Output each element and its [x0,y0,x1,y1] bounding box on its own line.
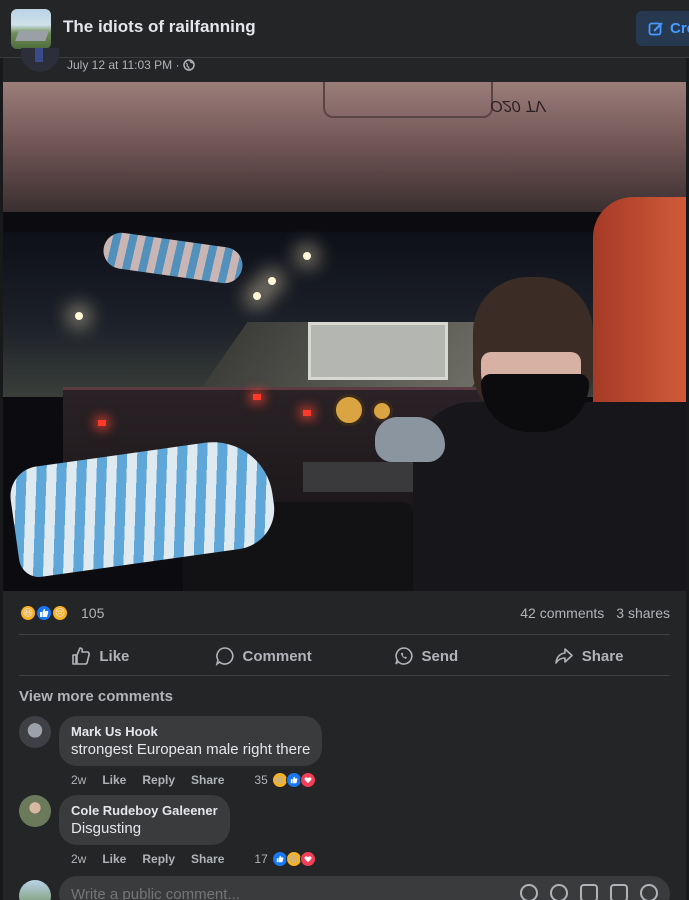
comment-reply-button[interactable]: Reply [142,773,175,787]
thumbs-up-icon [72,647,91,665]
send-button[interactable]: Send [345,638,508,674]
post: July 12 at 11:03 PM · O20 TV 😆 😢 105 42 … [3,48,686,900]
post-meta: July 12 at 11:03 PM · [19,48,419,80]
comments-count[interactable]: 42 comments [520,605,604,621]
comment: Mark Us Hook strongest European male rig… [19,716,670,788]
comment-reply-button[interactable]: Reply [142,852,175,866]
comment-reactions[interactable]: 35 😆 [254,772,316,788]
comment-share-button[interactable]: Share [191,773,224,787]
edit-icon [648,21,663,35]
comment-text: Disgusting [71,820,142,837]
ceiling-panel [323,82,493,118]
sad-reaction-icon: 😢 [51,604,69,622]
like-reaction-icon [35,604,53,622]
station-light [268,277,276,285]
comment-bubble: Mark Us Hook strongest European male rig… [59,716,323,766]
comment-like-button[interactable]: Like [102,773,126,787]
share-button[interactable]: Share [507,638,670,674]
send-label: Send [421,647,459,665]
warning-light [98,420,106,426]
globe-icon [182,59,195,71]
love-reaction-icon [299,851,316,867]
haha-reaction-icon: 😆 [19,604,37,622]
comment-bubble-icon [215,647,234,666]
like-button[interactable]: Like [19,638,182,674]
comment-author[interactable]: Mark Us Hook [71,724,310,739]
reaction-count[interactable]: 105 [81,605,104,621]
commenter-avatar[interactable] [19,795,51,827]
author-avatar[interactable] [21,48,59,72]
reactions-summary: 😆 😢 105 42 comments 3 shares [19,603,670,625]
comment-time[interactable]: 2w [71,773,86,787]
view-more-comments[interactable]: View more comments [19,688,173,705]
create-label: Cre [670,20,689,37]
comment-reaction-count: 35 [254,773,268,787]
comment: Cole Rudeboy Galeener Disgusting 2w Like… [19,795,670,867]
speed-gauge [333,394,365,426]
commenter-avatar[interactable] [19,716,51,748]
ceiling-label: O20 TV [490,97,546,114]
warning-light [303,410,311,416]
create-button[interactable]: Cre [636,11,689,46]
shares-count[interactable]: 3 shares [616,605,670,621]
group-avatar[interactable] [11,9,51,49]
comment-text: strongest European male right there [71,741,311,758]
station-shelter [308,322,448,380]
comment-like-button[interactable]: Like [102,852,126,866]
post-action-bar: Like Comment Send Share [19,638,670,674]
whatsapp-icon [394,647,413,665]
write-comment-row [19,876,670,900]
warning-light [253,394,261,400]
station-light [75,312,83,320]
group-header: The idiots of railfanning Cre [0,0,689,58]
comment-bubble: Cole Rudeboy Galeener Disgusting [59,795,230,845]
divider [19,634,670,635]
comment-reactions[interactable]: 17 😆 [254,851,316,867]
share-label: Share [581,647,624,665]
camera-icon[interactable] [580,884,598,900]
comment-reaction-count: 17 [254,852,268,866]
share-arrow-icon [554,648,573,664]
post-photo[interactable]: O20 TV [3,82,686,591]
comment-button[interactable]: Comment [182,638,345,674]
station-light [253,292,261,300]
avatar-sticker-icon[interactable] [520,884,538,900]
sticker-icon[interactable] [640,884,658,900]
comment-input-tools [520,884,658,900]
like-label: Like [99,647,130,665]
comment-actions: 2w Like Reply Share 17 😆 [71,851,316,867]
comment-time[interactable]: 2w [71,852,86,866]
comment-author[interactable]: Cole Rudeboy Galeener [71,803,218,818]
station-light [303,252,311,260]
comment-actions: 2w Like Reply Share 35 😆 [71,772,316,788]
timestamp-text: July 12 at 11:03 PM · [67,58,180,72]
comment-share-button[interactable]: Share [191,852,224,866]
love-reaction-icon [299,772,316,788]
current-user-avatar[interactable] [19,880,51,900]
plush-toy [375,417,445,462]
reaction-icons[interactable]: 😆 😢 [19,603,79,623]
divider [19,675,670,676]
engagement-counts: 42 comments 3 shares [520,605,670,621]
emoji-icon[interactable] [550,884,568,900]
gif-icon[interactable] [610,884,628,900]
comment-label: Comment [242,647,312,665]
post-timestamp[interactable]: July 12 at 11:03 PM · [67,58,195,72]
group-title[interactable]: The idiots of railfanning [63,17,256,37]
